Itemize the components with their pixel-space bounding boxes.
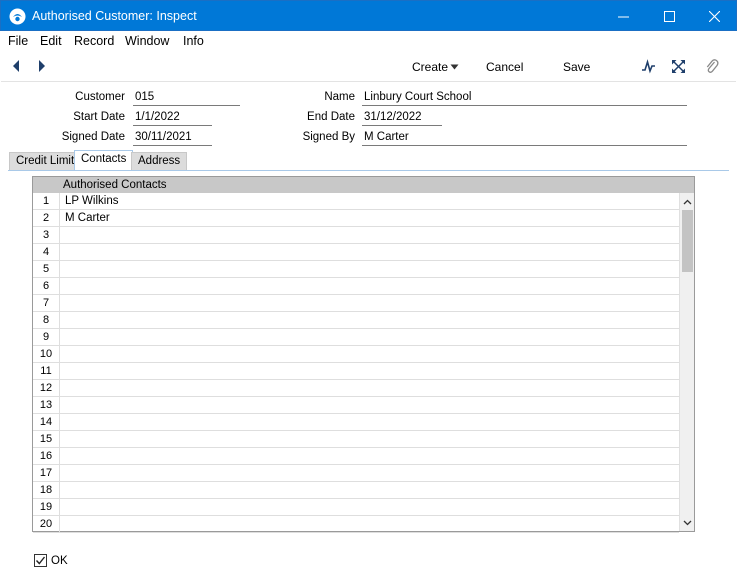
row-number: 5 [33,261,60,278]
end-date-label: End Date [307,111,355,123]
authorised-contacts-grid: Authorised Contacts 1 LP Wilkins 2 M Carter… [32,176,695,533]
ok-checkbox[interactable] [34,554,47,567]
signed-by-field[interactable]: M Carter [362,130,687,146]
table-row[interactable]: 1 LP Wilkins [33,193,679,210]
row-number: 8 [33,312,60,329]
row-number: 11 [33,363,60,380]
start-date-label: Start Date [73,111,125,123]
minimize-icon [617,16,629,17]
table-row[interactable]: 5 [33,261,679,278]
scroll-down-arrow[interactable] [680,515,695,530]
chevron-down-icon[interactable] [450,64,459,70]
table-row[interactable]: 3 [33,227,679,244]
row-number: 9 [33,329,60,346]
table-row[interactable]: 13 [33,397,679,414]
app-logo-icon [9,8,26,25]
row-number: 20 [33,516,60,533]
maximize-icon [663,10,675,22]
chevron-up-icon [683,199,692,204]
row-number: 17 [33,465,60,482]
close-icon [708,10,720,22]
row-number: 18 [33,482,60,499]
scroll-up-arrow[interactable] [680,194,695,209]
grid-header-label: Authorised Contacts [63,179,167,191]
table-row[interactable]: 20 [33,516,679,533]
checkmark-icon [35,556,46,565]
window-title: Authorised Customer: Inspect [32,9,197,23]
start-date-field[interactable]: 1/1/2022 [133,110,212,126]
contact-cell[interactable]: LP Wilkins [65,193,118,209]
ok-label: OK [51,555,68,567]
toolbar: Create Cancel Save [1,51,736,82]
tab-divider [8,170,729,171]
row-number: 13 [33,397,60,414]
close-button[interactable] [691,1,737,31]
row-number: 10 [33,346,60,363]
previous-record-icon[interactable] [11,59,21,73]
scroll-thumb[interactable] [682,210,693,272]
save-button[interactable]: Save [563,60,590,74]
row-number: 7 [33,295,60,312]
row-number: 3 [33,227,60,244]
signed-date-field[interactable]: 30/11/2021 [133,130,212,146]
next-record-icon[interactable] [37,59,47,73]
grid-scrollbar[interactable] [679,193,694,531]
expand-icon[interactable] [671,59,686,74]
maximize-button[interactable] [646,1,692,31]
row-number: 16 [33,448,60,465]
minimize-button[interactable] [600,1,646,31]
table-row[interactable]: 15 [33,431,679,448]
menu-record[interactable]: Record [74,34,114,48]
row-number: 12 [33,380,60,397]
contact-cell[interactable]: M Carter [65,210,110,226]
table-row[interactable]: 18 [33,482,679,499]
signed-date-label: Signed Date [61,131,125,143]
table-row[interactable]: 7 [33,295,679,312]
cancel-button[interactable]: Cancel [486,60,523,74]
row-number: 1 [33,193,60,210]
row-number: 19 [33,499,60,516]
table-row[interactable]: 16 [33,448,679,465]
table-row[interactable]: 12 [33,380,679,397]
create-button[interactable]: Create [412,60,448,74]
signed-by-label: Signed By [302,131,355,143]
menu-file[interactable]: File [8,34,28,48]
customer-label: Customer [75,91,125,103]
activity-icon[interactable] [641,59,656,74]
menu-window[interactable]: Window [125,34,169,48]
table-row[interactable]: 2 M Carter [33,210,679,227]
row-number: 6 [33,278,60,295]
row-number: 15 [33,431,60,448]
row-number: 2 [33,210,60,227]
row-number: 14 [33,414,60,431]
table-row[interactable]: 9 [33,329,679,346]
menu-info[interactable]: Info [183,34,204,48]
tab-address[interactable]: Address [131,152,188,170]
menu-edit[interactable]: Edit [40,34,62,48]
table-row[interactable]: 4 [33,244,679,261]
tab-contacts[interactable]: Contacts [74,150,134,171]
menu-bar: File Edit Record Window Info [1,31,736,51]
table-row[interactable]: 8 [33,312,679,329]
grid-header: Authorised Contacts [33,177,694,193]
attachment-icon[interactable] [705,58,719,75]
end-date-field[interactable]: 31/12/2022 [362,110,442,126]
tab-credit-limit[interactable]: Credit Limit [9,152,82,170]
table-row[interactable]: 6 [33,278,679,295]
table-row[interactable]: 10 [33,346,679,363]
customer-field[interactable]: 015 [133,90,240,106]
table-row[interactable]: 11 [33,363,679,380]
title-bar: Authorised Customer: Inspect [0,0,737,31]
table-row[interactable]: 19 [33,499,679,516]
table-row[interactable]: 14 [33,414,679,431]
chevron-down-icon [683,520,692,525]
name-field[interactable]: Linbury Court School [362,90,687,106]
row-number: 4 [33,244,60,261]
name-label: Name [324,91,355,103]
table-row[interactable]: 17 [33,465,679,482]
